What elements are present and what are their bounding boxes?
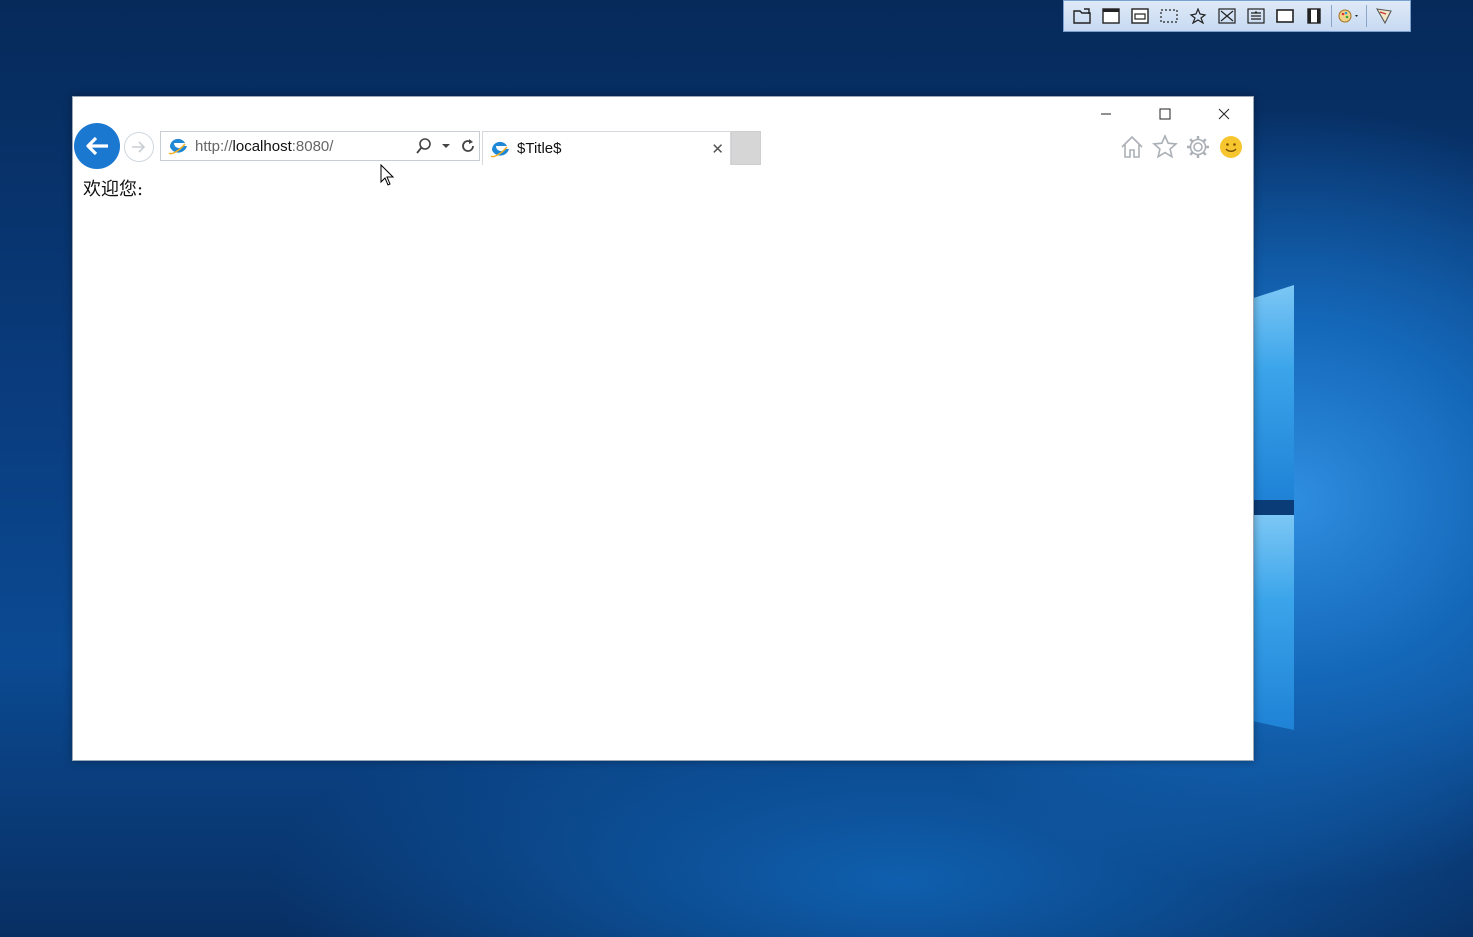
forward-arrow-icon: [132, 141, 146, 153]
windows-logo-pane-top: [1254, 285, 1294, 500]
feedback-smiley-icon[interactable]: [1214, 133, 1247, 161]
back-button[interactable]: [74, 123, 120, 169]
address-bar-actions: [413, 133, 479, 159]
tab-active[interactable]: $Title$ ✕: [482, 131, 731, 165]
open-icon[interactable]: [1070, 5, 1094, 27]
tab-close-icon[interactable]: ✕: [711, 140, 724, 158]
ie-logo-icon: [165, 133, 191, 159]
settings-gear-icon[interactable]: [1181, 133, 1214, 161]
film-icon[interactable]: [1302, 5, 1326, 27]
windows-logo-pane-bottom: [1254, 515, 1294, 730]
address-bar[interactable]: http://localhost:8080/: [160, 131, 480, 161]
command-toolbar: [1115, 133, 1247, 161]
screen-icon[interactable]: [1273, 5, 1297, 27]
refresh-icon[interactable]: [457, 133, 479, 159]
caption-buttons: [1076, 97, 1253, 131]
capture-toolbar: [1063, 0, 1411, 32]
fullscreen-icon[interactable]: [1215, 5, 1239, 27]
mouse-cursor-icon: [380, 163, 395, 190]
url-port-path: :8080/: [291, 137, 334, 155]
rect-select-icon[interactable]: [1157, 5, 1181, 27]
back-arrow-icon: [86, 136, 108, 156]
tab-title: $Title$: [517, 140, 562, 157]
maximize-button[interactable]: [1135, 97, 1194, 131]
close-button[interactable]: [1194, 97, 1253, 131]
windows-logo-gap: [1254, 500, 1294, 515]
minimize-button[interactable]: [1076, 97, 1135, 131]
tab-ie-icon: [487, 136, 513, 162]
scroll-capture-icon[interactable]: [1244, 5, 1268, 27]
url-host: localhost: [232, 137, 292, 155]
toolbar-separator: [1366, 5, 1367, 27]
window-capture-icon[interactable]: [1099, 5, 1123, 27]
dropdown-arrow-icon[interactable]: [435, 133, 457, 159]
browser-window: http://localhost:8080/ $Title$ ✕ 欢迎您:: [72, 96, 1254, 761]
favorites-star-icon[interactable]: [1148, 133, 1181, 161]
welcome-text: 欢迎您:: [83, 179, 144, 200]
region-capture-icon[interactable]: [1128, 5, 1152, 27]
url-text[interactable]: http://localhost:8080/: [195, 138, 333, 155]
page-content: 欢迎您:: [83, 175, 143, 201]
pen-icon[interactable]: [1372, 5, 1396, 27]
search-icon[interactable]: [413, 133, 435, 159]
palette-icon[interactable]: [1337, 5, 1361, 27]
forward-button[interactable]: [124, 132, 154, 162]
toolbar-separator: [1331, 5, 1332, 27]
url-scheme: http://: [195, 137, 233, 155]
new-tab-button[interactable]: [731, 131, 761, 165]
home-icon[interactable]: [1115, 133, 1148, 161]
freeform-icon[interactable]: [1186, 5, 1210, 27]
